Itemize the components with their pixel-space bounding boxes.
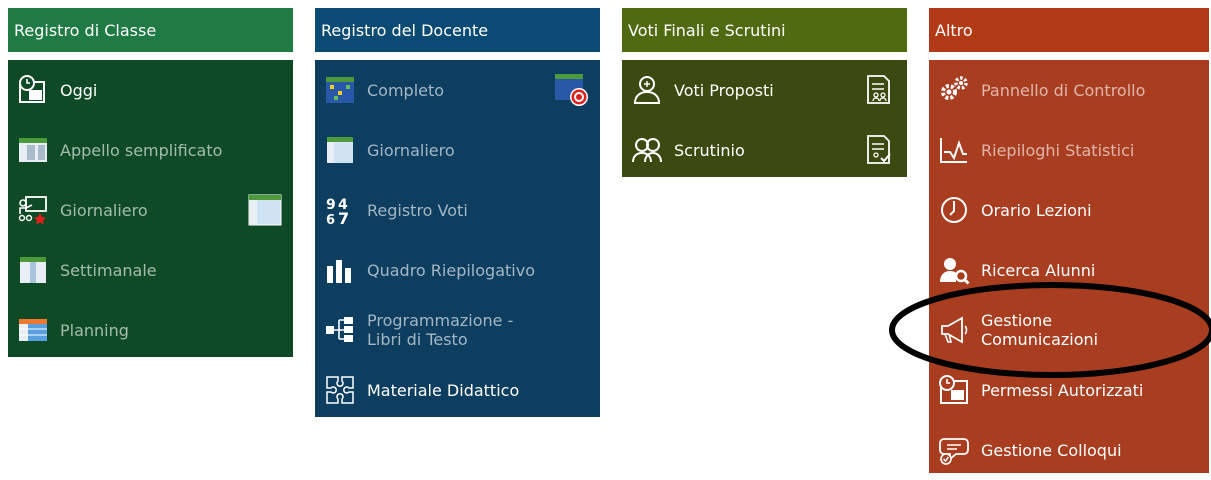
megaphone-icon: [937, 313, 971, 347]
menu-item-permessi-autorizzati[interactable]: Permessi Autorizzati: [929, 360, 1209, 420]
menu-item-label: Pannello di Controllo: [981, 80, 1146, 100]
menu-item-label: Quadro Riepilogativo: [367, 260, 535, 280]
menu-item-label: Gestione Colloqui: [981, 440, 1122, 460]
label-line-2: Comunicazioni: [981, 330, 1099, 349]
menu-item-scrutinio[interactable]: Scrutinio: [622, 120, 907, 180]
menu-item-appello-semplificato[interactable]: Appello semplificato: [8, 120, 293, 180]
sheet-icon: [323, 133, 357, 167]
bar-chart-icon: [323, 253, 357, 287]
menu-item-oggi[interactable]: Oggi: [8, 60, 293, 120]
calendar-clock-icon: [16, 73, 50, 107]
calendar-permit-icon: [937, 373, 971, 407]
menu-item-label: Settimanale: [60, 260, 157, 280]
grades-numbers-icon: 9467: [323, 193, 357, 227]
user-search-icon: [937, 253, 971, 287]
menu-item-giornaliero-docente[interactable]: Giornaliero: [315, 120, 600, 180]
grid-sheet-icon[interactable]: [247, 192, 283, 228]
menu-item-giornaliero[interactable]: Giornaliero: [8, 180, 293, 240]
gears-icon: [937, 73, 971, 107]
menu-item-label-multiline: Programmazione - Libri di Testo: [367, 311, 513, 349]
svg-text:9: 9: [326, 197, 336, 213]
teacher-board-icon: [16, 193, 50, 227]
panel-body-registro-classe: Oggi Appello semplificato Giornaliero Se…: [8, 60, 293, 357]
panel-registro-classe: Registro di Classe Oggi Appello semplifi…: [8, 8, 293, 357]
panel-title: Registro di Classe: [14, 20, 157, 40]
register-grid-icon: [16, 133, 50, 167]
menu-item-label: Riepiloghi Statistici: [981, 140, 1135, 160]
menu-item-voti-proposti[interactable]: Voti Proposti: [622, 60, 907, 120]
panel-body-registro-docente: Completo Giornaliero 9467 Registro Voti …: [315, 60, 600, 417]
menu-item-label: Scrutinio: [674, 140, 745, 160]
menu-item-label: Materiale Didattico: [367, 380, 520, 400]
menu-item-registro-voti[interactable]: 9467 Registro Voti: [315, 180, 600, 240]
menu-item-label: Permessi Autorizzati: [981, 380, 1144, 400]
menu-item-label: Appello semplificato: [60, 140, 223, 160]
label-line-1: Programmazione -: [367, 311, 514, 330]
clock-icon: [937, 193, 971, 227]
panel-header-altro: Altro: [929, 8, 1209, 52]
menu-item-planning[interactable]: Planning: [8, 300, 293, 360]
panel-body-voti-finali: Voti Proposti Scrutinio: [622, 60, 907, 177]
panel-body-altro: Pannello di Controllo Riepiloghi Statist…: [929, 60, 1209, 473]
menu-item-label: Voti Proposti: [674, 80, 774, 100]
panel-header-registro-docente: Registro del Docente: [315, 8, 600, 52]
document-check-icon[interactable]: [861, 132, 897, 168]
menu-item-label: Registro Voti: [367, 200, 468, 220]
menu-item-label: Giornaliero: [367, 140, 455, 160]
panel-title: Voti Finali e Scrutini: [628, 20, 786, 40]
menu-item-label: Orario Lezioni: [981, 200, 1092, 220]
menu-item-gestione-comunicazioni[interactable]: Gestione Comunicazioni: [929, 300, 1209, 360]
panel-title: Registro del Docente: [321, 20, 489, 40]
panel-header-registro-classe: Registro di Classe: [8, 8, 293, 52]
document-users-icon[interactable]: [861, 72, 897, 108]
tree-structure-icon: [323, 313, 357, 347]
panel-header-voti-finali: Voti Finali e Scrutini: [622, 8, 907, 52]
panel-voti-finali: Voti Finali e Scrutini Voti Proposti Scr…: [622, 8, 907, 177]
grid-target-icon[interactable]: [554, 72, 590, 108]
menu-item-materiale-didattico[interactable]: Materiale Didattico: [315, 360, 600, 420]
menu-item-riepiloghi-statistici[interactable]: Riepiloghi Statistici: [929, 120, 1209, 180]
colored-grid-icon: [323, 73, 357, 107]
menu-item-label: Planning: [60, 320, 129, 340]
label-line-1: Gestione: [981, 311, 1053, 330]
menu-item-gestione-colloqui[interactable]: Gestione Colloqui: [929, 420, 1209, 480]
label-line-2: Libri di Testo: [367, 330, 468, 349]
menu-item-programmazione[interactable]: Programmazione - Libri di Testo: [315, 300, 600, 360]
menu-item-ricerca-alunni[interactable]: Ricerca Alunni: [929, 240, 1209, 300]
menu-item-label: Giornaliero: [60, 200, 148, 220]
svg-text:7: 7: [338, 209, 349, 226]
menu-item-pannello-controllo[interactable]: Pannello di Controllo: [929, 60, 1209, 120]
menu-item-quadro-riepilogativo[interactable]: Quadro Riepilogativo: [315, 240, 600, 300]
panel-title: Altro: [935, 20, 973, 40]
planning-table-icon: [16, 313, 50, 347]
weekly-grid-icon: [16, 253, 50, 287]
menu-item-settimanale[interactable]: Settimanale: [8, 240, 293, 300]
users-outline-icon: [630, 133, 664, 167]
menu-item-completo[interactable]: Completo: [315, 60, 600, 120]
puzzle-icon: [323, 373, 357, 407]
menu-item-orario-lezioni[interactable]: Orario Lezioni: [929, 180, 1209, 240]
menu-item-label: Completo: [367, 80, 445, 100]
panel-altro: Altro Pannello di Controllo Riepiloghi S…: [929, 8, 1209, 473]
menu-item-label-multiline: Gestione Comunicazioni: [981, 311, 1098, 349]
svg-text:6: 6: [326, 213, 335, 226]
chat-bubbles-icon: [937, 433, 971, 467]
menu-item-label: Ricerca Alunni: [981, 260, 1096, 280]
menu-item-label: Oggi: [60, 80, 98, 100]
panel-registro-docente: Registro del Docente Completo Giornalier…: [315, 8, 600, 417]
user-outline-icon: [630, 73, 664, 107]
line-chart-icon: [937, 133, 971, 167]
